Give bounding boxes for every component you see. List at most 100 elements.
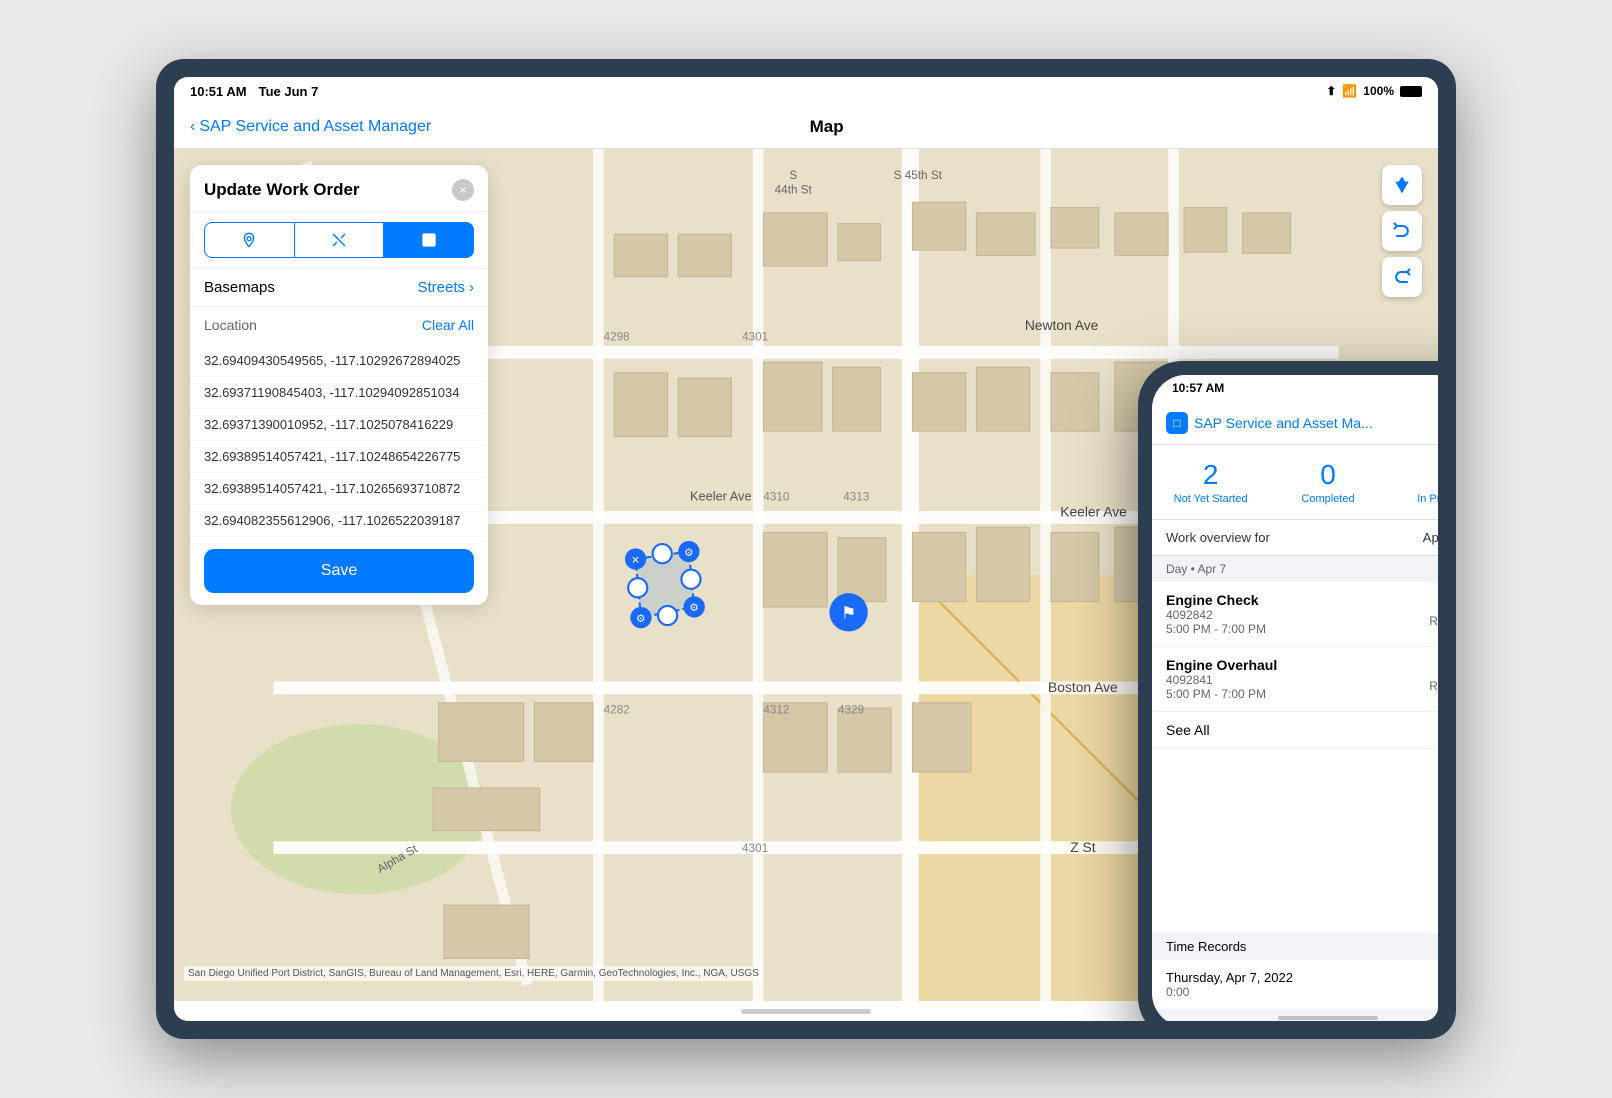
time-record-time: 0:00 xyxy=(1166,985,1293,999)
work-item-title-2: Engine Overhaul xyxy=(1166,657,1277,673)
stat-number-not-started: 2 xyxy=(1203,459,1219,491)
location-header: Location Clear All xyxy=(204,317,474,333)
day-header: Day • Apr 7 xyxy=(1152,556,1438,582)
stat-number-completed: 0 xyxy=(1320,459,1336,491)
work-item-id-1: 4092842 xyxy=(1166,608,1266,622)
stat-not-started: 2 Not Yet Started xyxy=(1152,459,1269,505)
work-item-left-1: Engine Check 4092842 5:00 PM - 7:00 PM xyxy=(1166,592,1266,636)
tab-location[interactable] xyxy=(204,222,294,258)
time-record-date: Thursday, Apr 7, 2022 xyxy=(1166,970,1293,985)
tablet-date: Tue Jun 7 xyxy=(259,84,319,99)
coord-row-2: 32.69371190845403, -117.10294092851034 xyxy=(190,377,488,409)
basemaps-row[interactable]: Basemaps Streets › xyxy=(190,269,488,307)
svg-text:4329: 4329 xyxy=(838,703,864,716)
svg-text:Newton Ave: Newton Ave xyxy=(1025,317,1099,333)
battery-bar xyxy=(1400,86,1422,97)
coord-row-3: 32.69371390010952, -117.1025078416229 xyxy=(190,409,488,441)
svg-text:⚙: ⚙ xyxy=(684,547,694,559)
tablet-screen: 10:51 AM Tue Jun 7 ⬆ 📶 100% ‹ SAP Servic… xyxy=(174,77,1438,1021)
svg-text:Boston Ave: Boston Ave xyxy=(1048,679,1118,695)
coord-row-1: 32.69409430549565, -117.10292672894025 xyxy=(190,345,488,377)
wifi-icon: 📶 xyxy=(1342,84,1357,98)
basemaps-value: Streets › xyxy=(417,279,474,296)
location-map-button[interactable] xyxy=(1382,165,1422,205)
phone-device: 10:57 AM 📶 🔋 □ SAP Service and Asset Ma.… xyxy=(1138,361,1438,1021)
time-records-header: Time Records xyxy=(1152,933,1438,960)
undo-map-button[interactable] xyxy=(1382,211,1422,251)
map-attribution: San Diego Unified Port District, SanGIS,… xyxy=(184,966,763,981)
work-item-time-1: 5:00 PM - 7:00 PM xyxy=(1166,622,1266,636)
back-button[interactable]: ‹ SAP Service and Asset Manager xyxy=(190,118,431,136)
tablet-time: 10:51 AM xyxy=(190,84,247,99)
svg-text:4310: 4310 xyxy=(763,490,790,503)
panel-title: Update Work Order xyxy=(204,180,360,200)
stat-completed: 0 Completed xyxy=(1269,459,1386,505)
tablet-status-icons: ⬆ 📶 100% xyxy=(1326,84,1422,98)
stat-label-not-started: Not Yet Started xyxy=(1174,493,1248,505)
svg-text:4312: 4312 xyxy=(763,703,789,716)
coord-row-4: 32.69389514057421, -117.10248654226775 xyxy=(190,441,488,473)
see-all-label: See All xyxy=(1166,722,1210,738)
work-overview-header: Work overview for Apr 7, 2022 xyxy=(1152,520,1438,556)
work-overview-date: Apr 7, 2022 xyxy=(1423,530,1438,545)
coord-row-6: 32.694082355612906, -117.1026522039187 xyxy=(190,505,488,537)
clear-all-button[interactable]: Clear All xyxy=(422,317,474,333)
location-section: Location Clear All xyxy=(190,307,488,345)
panel-header: Update Work Order × xyxy=(190,165,488,212)
phone-app-label: SAP Service and Asset Ma... xyxy=(1194,415,1373,431)
work-item-time-2: 5:00 PM - 7:00 PM xyxy=(1166,687,1277,701)
save-button[interactable]: Save xyxy=(204,549,474,593)
phone-home-bar xyxy=(1278,1016,1378,1020)
back-label: SAP Service and Asset Manager xyxy=(199,118,431,136)
side-panel: Update Work Order × xyxy=(190,165,488,605)
work-item-engine-check[interactable]: Engine Check 4092842 5:00 PM - 7:00 PM 2… xyxy=(1152,582,1438,647)
tablet-status-bar: 10:51 AM Tue Jun 7 ⬆ 📶 100% xyxy=(174,77,1438,105)
phone-home-indicator xyxy=(1152,1009,1438,1021)
stat-in-progress: 0 In Progress xyxy=(1387,459,1438,505)
tab-row xyxy=(190,212,488,269)
svg-text:4313: 4313 xyxy=(843,490,869,503)
svg-text:⚙: ⚙ xyxy=(636,613,646,625)
svg-text:Keeler Ave: Keeler Ave xyxy=(690,488,752,503)
app-icon-symbol: □ xyxy=(1173,416,1180,430)
work-overview-label: Work overview for xyxy=(1166,530,1270,545)
coord-row-5: 32.69389514057421, -117.10265693710872 xyxy=(190,473,488,505)
location-label: Location xyxy=(204,317,257,333)
svg-text:S: S xyxy=(789,169,797,182)
work-item-left-2: Engine Overhaul 4092841 5:00 PM - 7:00 P… xyxy=(1166,657,1277,701)
tablet-device: 10:51 AM Tue Jun 7 ⬆ 📶 100% ‹ SAP Servic… xyxy=(156,59,1456,1039)
stats-row: 2 Not Yet Started 0 Completed 0 In Progr… xyxy=(1152,445,1438,520)
time-record-item[interactable]: Thursday, Apr 7, 2022 0:00 › xyxy=(1152,960,1438,1009)
work-item-status-2: Received xyxy=(1429,679,1438,693)
phone-nav-left: □ SAP Service and Asset Ma... xyxy=(1166,412,1373,434)
page-title: Map xyxy=(810,117,844,137)
basemaps-chevron-icon: › xyxy=(469,279,474,296)
work-item-id-2: 4092841 xyxy=(1166,673,1277,687)
svg-text:44th St: 44th St xyxy=(775,184,813,197)
svg-text:✕: ✕ xyxy=(631,554,640,566)
work-item-title-1: Engine Check xyxy=(1166,592,1266,608)
work-item-right-2: 2-High Received › xyxy=(1429,665,1438,693)
svg-text:Keeler Ave: Keeler Ave xyxy=(1060,503,1127,519)
phone-nav-bar: □ SAP Service and Asset Ma... ↻ xyxy=(1152,401,1438,445)
see-all-row[interactable]: See All 2 › xyxy=(1152,712,1438,749)
basemaps-label: Basemaps xyxy=(204,279,275,296)
home-bar xyxy=(741,1009,871,1014)
stat-label-completed: Completed xyxy=(1301,493,1354,505)
stat-label-in-progress: In Progress xyxy=(1417,493,1438,505)
tablet-nav-bar: ‹ SAP Service and Asset Manager Map xyxy=(174,105,1438,149)
phone-screen: 10:57 AM 📶 🔋 □ SAP Service and Asset Ma.… xyxy=(1152,375,1438,1021)
work-item-engine-overhaul[interactable]: Engine Overhaul 4092841 5:00 PM - 7:00 P… xyxy=(1152,647,1438,712)
app-icon: □ xyxy=(1166,412,1188,434)
svg-text:Z St: Z St xyxy=(1070,839,1096,855)
svg-text:4282: 4282 xyxy=(604,703,630,716)
svg-text:4301: 4301 xyxy=(742,331,768,344)
phone-status-bar: 10:57 AM 📶 🔋 xyxy=(1152,375,1438,401)
tab-polygon[interactable] xyxy=(383,222,474,258)
svg-text:4298: 4298 xyxy=(604,331,630,344)
redo-map-button[interactable] xyxy=(1382,257,1422,297)
tab-route[interactable] xyxy=(294,222,384,258)
close-button[interactable]: × xyxy=(452,179,474,201)
battery-icon: 100% xyxy=(1363,84,1394,98)
close-icon: × xyxy=(459,183,466,197)
